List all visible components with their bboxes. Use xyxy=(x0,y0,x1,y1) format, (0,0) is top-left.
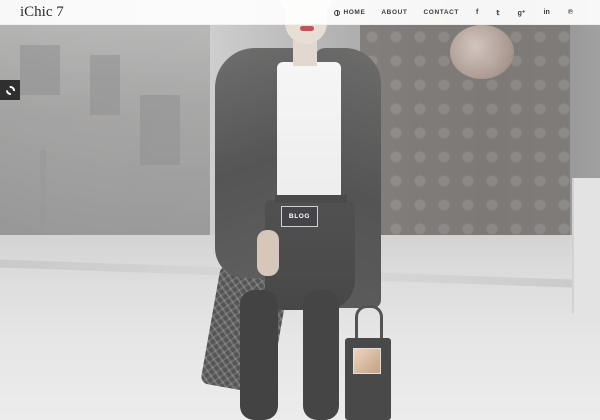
nav-home-label: HOME xyxy=(343,9,366,16)
nav-contact-label: CONTACT xyxy=(423,9,459,16)
nav-home[interactable]: HOME xyxy=(326,9,373,16)
google-plus-icon[interactable]: g⁺ xyxy=(509,9,535,17)
top-bar: iChic 7 HOME ABOUT CONTACT f 𝕥 g⁺ in ℗ xyxy=(0,0,600,25)
gear-icon xyxy=(5,85,15,95)
twitter-icon[interactable]: 𝕥 xyxy=(487,9,508,17)
nav-about-label: ABOUT xyxy=(381,9,408,16)
nav-about[interactable]: ABOUT xyxy=(373,9,415,16)
nav-contact[interactable]: CONTACT xyxy=(416,9,468,16)
site-logo[interactable]: iChic 7 xyxy=(20,4,64,21)
linkedin-icon[interactable]: in xyxy=(535,9,559,16)
pinterest-icon[interactable]: ℗ xyxy=(559,9,582,16)
main-nav: HOME ABOUT CONTACT f 𝕥 g⁺ in ℗ xyxy=(326,0,582,25)
blog-button[interactable]: BLOG xyxy=(281,206,318,227)
globe-icon xyxy=(334,9,341,16)
settings-toggle[interactable] xyxy=(0,80,20,100)
facebook-icon[interactable]: f xyxy=(467,9,487,16)
